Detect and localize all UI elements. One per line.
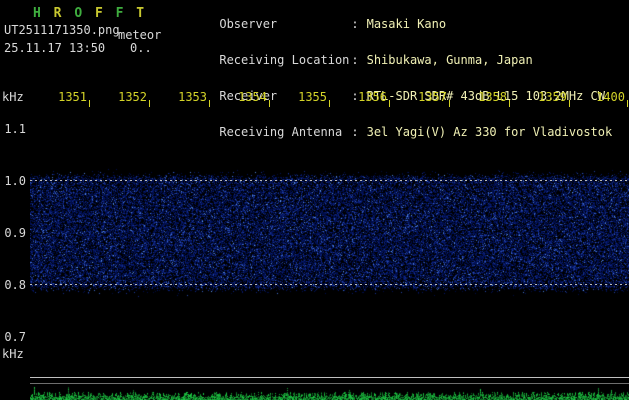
- info-row: Receiving Location: Shibukawa, Gunma, Jap…: [176, 42, 612, 78]
- echo-counter: 0..: [130, 41, 152, 55]
- time-tick-label: 1356: [358, 90, 387, 104]
- time-tick-label: 1354: [238, 90, 267, 104]
- info-value: Masaki Kano: [366, 17, 447, 31]
- time-tick-label: 1357: [418, 90, 447, 104]
- freq-tick-label: 1.1: [4, 122, 26, 136]
- time-tick-label: 1355: [298, 90, 327, 104]
- info-separator: :: [351, 53, 359, 67]
- time-tick-mark: [509, 100, 510, 107]
- app-title-letter: T: [136, 6, 145, 21]
- info-value: Shibukawa, Gunma, Japan: [366, 53, 533, 67]
- spectrogram: [30, 108, 629, 346]
- time-tick-label: 1351: [58, 90, 87, 104]
- time-tick-label: 1352: [118, 90, 147, 104]
- freq-tick-label: 0.9: [4, 226, 26, 240]
- datetime: 25.11.17 13:50: [4, 41, 106, 55]
- app-title: H R O F F T: [33, 6, 149, 21]
- signal-strip: [30, 386, 629, 400]
- time-tick-mark: [329, 100, 330, 107]
- app-title-letter: H: [33, 6, 41, 21]
- info-row: Observer: Masaki Kano: [176, 6, 612, 42]
- freq-tick-label: 0.8: [4, 278, 26, 292]
- freq-tick-label: 1.0: [4, 174, 26, 188]
- time-tick-mark: [149, 100, 150, 107]
- freq-unit-top: kHz: [2, 90, 24, 104]
- reference-line-0p8khz: [30, 284, 629, 285]
- time-tick-mark: [89, 100, 90, 107]
- time-tick-label: 1359: [538, 90, 567, 104]
- time-tick-mark: [269, 100, 270, 107]
- hrofft-screen: H R O F F T UT2511171350.png meteor 25.1…: [0, 0, 629, 400]
- baseline-lower: [30, 383, 629, 384]
- time-tick-mark: [209, 100, 210, 107]
- time-tick-mark: [569, 100, 570, 107]
- app-title-letter: O: [74, 6, 83, 21]
- info-label: Observer: [219, 17, 278, 31]
- observation-name: meteor: [118, 28, 162, 42]
- time-tick-label: 1353: [178, 90, 207, 104]
- time-tick-mark: [389, 100, 390, 107]
- output-filename: UT2511171350.png: [4, 23, 120, 37]
- time-tick-label: 1358: [478, 90, 507, 104]
- time-tick-mark: [627, 100, 628, 107]
- time-tick-label: 1400: [596, 90, 625, 104]
- time-tick-mark: [449, 100, 450, 107]
- freq-tick-label: 0.7: [4, 330, 26, 344]
- app-title-letter: F: [115, 6, 124, 21]
- info-separator: :: [351, 17, 359, 31]
- baseline-upper: [30, 377, 629, 378]
- freq-unit-bottom: kHz: [2, 347, 24, 361]
- app-title-letter: F: [94, 6, 103, 21]
- reference-line-1khz: [30, 180, 629, 181]
- app-title-letter: R: [53, 6, 62, 21]
- info-label: Receiving Location: [219, 53, 350, 67]
